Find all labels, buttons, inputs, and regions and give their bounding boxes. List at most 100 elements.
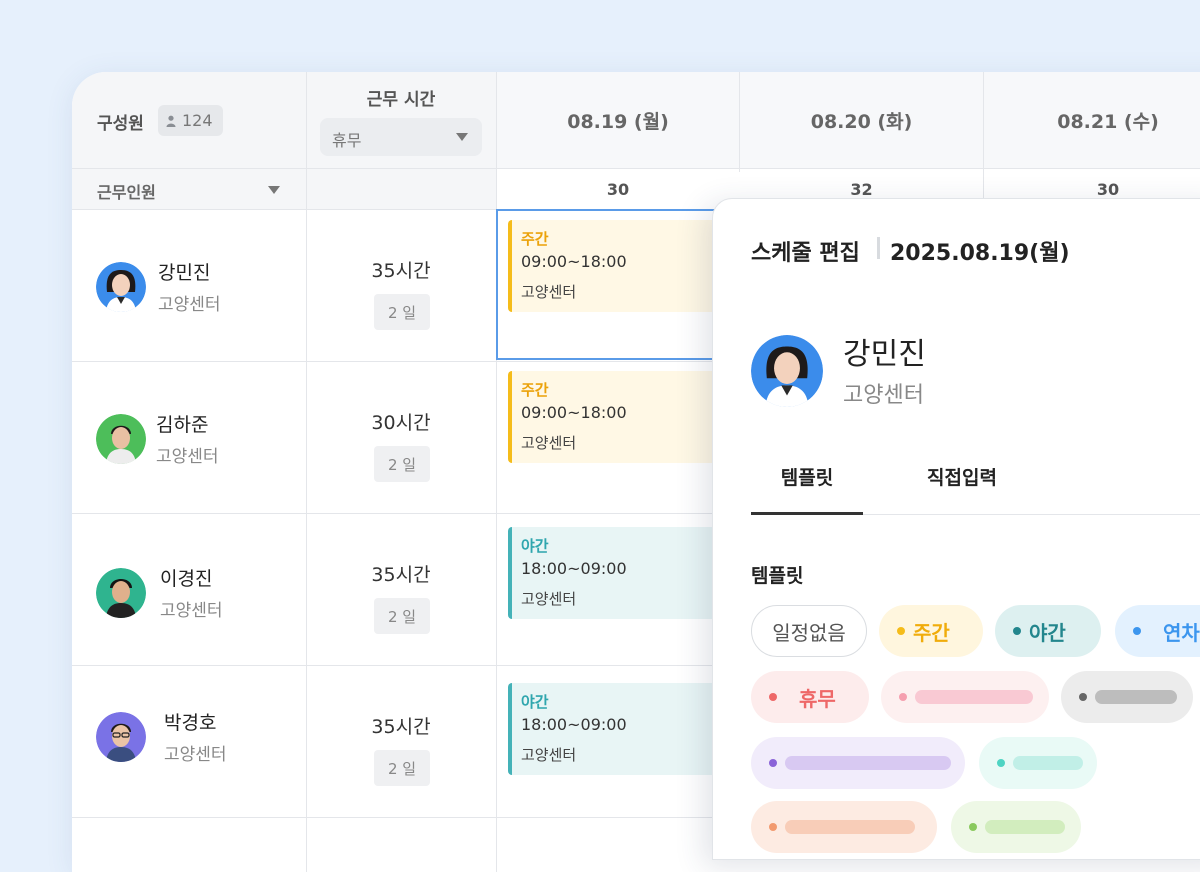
panel-person-name: 강민진 bbox=[843, 337, 926, 372]
avatar bbox=[751, 335, 823, 407]
template-chip[interactable] bbox=[881, 671, 1049, 723]
shift-card[interactable]: 야간 18:00~09:00 고양센터 bbox=[508, 527, 738, 619]
shift-type: 야간 bbox=[521, 537, 549, 555]
avatar bbox=[96, 414, 146, 464]
template-chip[interactable] bbox=[979, 737, 1097, 789]
hours-title: 근무 시간 bbox=[366, 90, 436, 110]
hours-cell: 35시간 2 일 bbox=[306, 666, 496, 818]
shift-time: 09:00~18:00 bbox=[521, 403, 627, 422]
placeholder-bar bbox=[1013, 756, 1083, 770]
days-chip: 2 일 bbox=[374, 294, 430, 330]
days-chip: 2 일 bbox=[374, 750, 430, 786]
panel-person-dept: 고양센터 bbox=[843, 383, 924, 408]
panel-title: 스케줄 편집 bbox=[751, 241, 860, 266]
member-name: 김하준 bbox=[156, 414, 209, 436]
date-header-1[interactable]: 08.20 (화) bbox=[740, 72, 983, 168]
placeholder-bar bbox=[1095, 690, 1177, 704]
shift-card[interactable]: 야간 18:00~09:00 고양센터 bbox=[508, 683, 738, 775]
placeholder-bar bbox=[985, 820, 1065, 834]
chip-label: 연차 bbox=[1163, 620, 1200, 645]
person-icon bbox=[166, 115, 176, 127]
member-name: 박경호 bbox=[164, 712, 217, 734]
shift-type: 주간 bbox=[521, 381, 549, 399]
dot-icon bbox=[997, 759, 1005, 767]
avatar bbox=[96, 712, 146, 762]
shift-place: 고양센터 bbox=[521, 746, 577, 764]
panel-date: 2025.08.19(월) bbox=[890, 241, 1070, 266]
shift-place: 고양센터 bbox=[521, 590, 577, 608]
date-header-2[interactable]: 08.21 (수) bbox=[984, 72, 1200, 168]
template-chip-none[interactable]: 일정없음 bbox=[751, 605, 867, 657]
active-tab-indicator bbox=[751, 512, 863, 515]
title-divider bbox=[877, 237, 880, 259]
table-row[interactable]: 박경호 고양센터 bbox=[72, 666, 306, 818]
staff-filter-label: 근무인원 bbox=[97, 183, 156, 202]
hours-cell: 30시간 2 일 bbox=[306, 362, 496, 514]
placeholder-bar bbox=[785, 820, 915, 834]
members-title: 구성원 bbox=[97, 114, 144, 134]
table-row[interactable]: 김하준 고양센터 bbox=[72, 362, 306, 514]
table-row[interactable]: 이경진 고양센터 bbox=[72, 514, 306, 666]
members-header: 구성원 124 bbox=[72, 72, 306, 170]
dot-icon bbox=[1013, 627, 1021, 635]
shift-type: 야간 bbox=[521, 693, 549, 711]
member-dept: 고양센터 bbox=[158, 295, 221, 315]
member-name: 이경진 bbox=[160, 568, 213, 590]
dot-icon bbox=[1133, 627, 1141, 635]
members-count: 124 bbox=[182, 111, 213, 130]
template-chip[interactable] bbox=[951, 801, 1081, 853]
shift-time: 18:00~09:00 bbox=[521, 559, 627, 578]
grid-divider bbox=[72, 168, 1200, 169]
member-dept: 고양센터 bbox=[164, 745, 227, 765]
template-chip-day[interactable]: 주간 bbox=[879, 605, 983, 657]
dot-icon bbox=[897, 627, 905, 635]
template-chip-night[interactable]: 야간 bbox=[995, 605, 1101, 657]
member-name: 강민진 bbox=[158, 262, 211, 284]
selected-cell-outline bbox=[496, 209, 740, 360]
hours-value: 35시간 bbox=[371, 564, 431, 586]
template-chip-annual-leave[interactable]: 연차 bbox=[1115, 605, 1200, 657]
grid-divider bbox=[739, 72, 740, 172]
days-chip: 2 일 bbox=[374, 598, 430, 634]
tab-direct-input[interactable]: 직접입력 bbox=[927, 463, 997, 490]
chip-label: 일정없음 bbox=[772, 620, 846, 645]
dot-icon bbox=[969, 823, 977, 831]
dot-icon bbox=[769, 759, 777, 767]
hours-cell: 35시간 2 일 bbox=[306, 210, 496, 362]
shift-time: 18:00~09:00 bbox=[521, 715, 627, 734]
days-chip: 2 일 bbox=[374, 446, 430, 482]
placeholder-bar bbox=[785, 756, 951, 770]
avatar bbox=[96, 568, 146, 618]
template-chip-dayoff[interactable]: 휴무 bbox=[751, 671, 869, 723]
staff-filter[interactable]: 근무인원 bbox=[72, 170, 306, 210]
tab-template[interactable]: 템플릿 bbox=[751, 463, 863, 490]
grid-divider bbox=[496, 72, 497, 872]
members-count-badge: 124 bbox=[158, 105, 223, 136]
template-chip[interactable] bbox=[1061, 671, 1193, 723]
hours-value: 30시간 bbox=[371, 412, 431, 434]
placeholder-bar bbox=[915, 690, 1033, 704]
shift-place: 고양센터 bbox=[521, 434, 577, 452]
shift-card[interactable]: 주간 09:00~18:00 고양센터 bbox=[508, 371, 738, 463]
date-count-0: 30 bbox=[497, 168, 739, 210]
template-chip[interactable] bbox=[751, 737, 965, 789]
caret-down-icon bbox=[456, 133, 468, 141]
template-section-label: 템플릿 bbox=[751, 565, 804, 587]
dot-icon bbox=[1079, 693, 1087, 701]
date-header-0[interactable]: 08.19 (월) bbox=[497, 72, 739, 168]
chip-label: 휴무 bbox=[799, 686, 836, 711]
dot-icon bbox=[769, 693, 777, 701]
blank-header-cell bbox=[306, 170, 496, 210]
dot-icon bbox=[769, 823, 777, 831]
hours-value: 35시간 bbox=[371, 260, 431, 282]
template-chip[interactable] bbox=[751, 801, 937, 853]
hours-filter-select[interactable]: 휴무 bbox=[320, 118, 482, 156]
chip-label: 야간 bbox=[1029, 620, 1066, 645]
hours-filter-value: 휴무 bbox=[332, 131, 362, 150]
hours-cell: 35시간 2 일 bbox=[306, 514, 496, 666]
chip-label: 주간 bbox=[913, 620, 950, 645]
hours-value: 35시간 bbox=[371, 716, 431, 738]
table-row[interactable]: 강민진 고양센터 bbox=[72, 210, 306, 362]
avatar bbox=[96, 262, 146, 312]
member-dept: 고양센터 bbox=[156, 447, 219, 467]
